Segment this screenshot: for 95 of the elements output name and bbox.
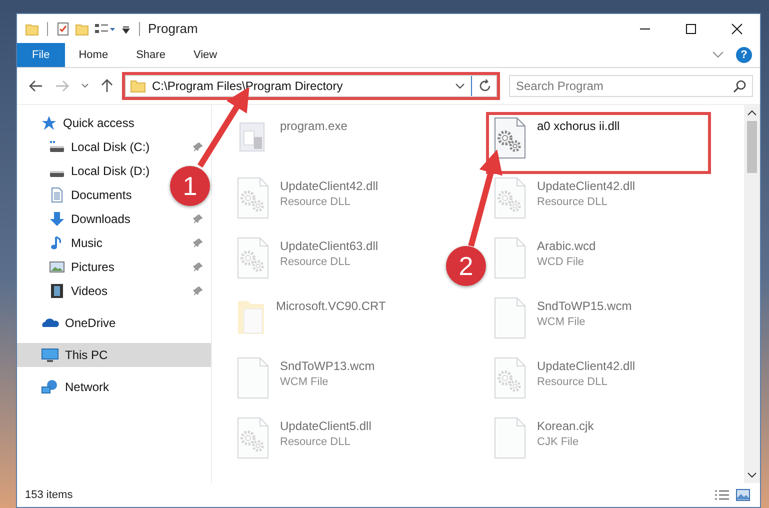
- file-item[interactable]: SndToWP13.wcm WCM File: [230, 353, 381, 413]
- file-item[interactable]: Korean.cjk CJK File: [487, 413, 600, 473]
- file-name: a0 xchorus ii.dll: [537, 119, 620, 133]
- sidebar-item[interactable]: Pictures: [17, 255, 211, 279]
- picture-icon: [49, 259, 65, 275]
- window-title: Program: [148, 21, 198, 36]
- file-item[interactable]: Arabic.wcd WCD File: [487, 233, 602, 293]
- file-type: Resource DLL: [537, 196, 608, 208]
- scrollbar[interactable]: [744, 105, 760, 483]
- file-type: Resource DLL: [280, 436, 352, 448]
- file-type: CJK File: [537, 436, 580, 448]
- file-name: SndToWP13.wcm: [280, 359, 375, 373]
- file-item[interactable]: UpdateClient42.dll Resource DLL: [230, 173, 384, 233]
- scroll-down-icon[interactable]: [747, 471, 757, 479]
- file-name: UpdateClient63.dll: [280, 239, 378, 253]
- file-item[interactable]: Microsoft.VC90.CRT: [230, 293, 392, 353]
- address-path: C:\Program Files\Program Directory: [152, 79, 344, 93]
- blank-file-icon: [493, 297, 527, 339]
- file-type: WCM File: [537, 316, 586, 328]
- details-view-icon[interactable]: [714, 489, 730, 501]
- chevron-down-icon[interactable]: [81, 83, 89, 89]
- file-type: WCD File: [537, 256, 586, 268]
- gear-file-icon: [236, 237, 270, 279]
- refresh-icon[interactable]: [478, 79, 492, 93]
- sidebar-item[interactable]: Downloads: [17, 207, 211, 231]
- pin-icon[interactable]: [193, 262, 203, 272]
- sidebar-item[interactable]: Music: [17, 231, 211, 255]
- ribbon-tab[interactable]: View: [179, 43, 232, 67]
- item-count: 153 items: [25, 489, 73, 501]
- drive-icon: [49, 171, 65, 177]
- file-name: Microsoft.VC90.CRT: [276, 299, 386, 313]
- help-button[interactable]: ?: [736, 47, 752, 63]
- sidebar-item[interactable]: This PC: [17, 343, 211, 367]
- file-item[interactable]: UpdateClient42.dll Resource DLL: [487, 173, 642, 233]
- file-item[interactable]: program.exe: [230, 113, 354, 173]
- network-icon: [41, 379, 59, 395]
- properties-icon[interactable]: [56, 22, 70, 36]
- document-icon: [49, 187, 65, 203]
- search-field[interactable]: Search Program: [509, 75, 753, 97]
- file-name: UpdateClient5.dll: [280, 419, 372, 433]
- file-type: Resource DLL: [280, 196, 352, 208]
- scrollbar-thumb[interactable]: [747, 121, 757, 173]
- pin-icon[interactable]: [193, 238, 203, 248]
- file-name: program.exe: [280, 119, 348, 133]
- gear-file-icon: [493, 357, 527, 399]
- close-icon: [731, 22, 743, 34]
- sidebar-item[interactable]: Local Disk (C:): [17, 135, 211, 159]
- file-name: SndToWP15.wcm: [537, 299, 632, 313]
- file-name: UpdateClient42.dll: [537, 359, 636, 373]
- gear-file-icon: [236, 177, 270, 219]
- file-item[interactable]: SndToWP15.wcm WCM File: [487, 293, 638, 353]
- file-type: WCM File: [280, 376, 330, 388]
- file-name: UpdateClient42.dll: [537, 179, 636, 193]
- address-bar[interactable]: C:\Program Files\Program Directory: [125, 75, 497, 97]
- file-item[interactable]: UpdateClient63.dll Resource DLL: [230, 233, 384, 293]
- blank-file-icon: [236, 357, 270, 399]
- monitor-icon: [41, 347, 59, 363]
- film-icon: [49, 283, 65, 299]
- file-name: UpdateClient42.dll: [280, 179, 378, 193]
- sidebar-item[interactable]: Quick access: [17, 111, 211, 135]
- sidebar-item[interactable]: Documents: [17, 183, 140, 207]
- drive-icon: [49, 139, 65, 155]
- file-name: Arabic.wcd: [537, 239, 596, 253]
- search-icon: [733, 80, 746, 93]
- sidebar-item[interactable]: Network: [17, 375, 211, 399]
- gear-file-icon: [493, 177, 527, 219]
- file-item[interactable]: UpdateClient5.dll Resource DLL: [230, 413, 378, 473]
- file-item[interactable]: a0 xchorus ii.dll: [487, 113, 710, 173]
- sidebar-item[interactable]: Local Disk (D:): [17, 159, 158, 183]
- pin-icon[interactable]: [193, 214, 203, 224]
- blank-file-icon: [493, 417, 527, 459]
- ribbon-tab[interactable]: File: [17, 43, 65, 67]
- sidebar-item[interactable]: Videos: [17, 279, 211, 303]
- scroll-up-icon[interactable]: [747, 109, 757, 117]
- ribbon-tab[interactable]: Home: [64, 43, 122, 67]
- file-name: Korean.cjk: [537, 419, 594, 433]
- chevron-down-icon[interactable]: [455, 83, 465, 89]
- up-arrow-icon[interactable]: [101, 79, 113, 93]
- star-icon: [41, 115, 57, 131]
- file-item[interactable]: UpdateClient42.dll Resource DLL: [487, 353, 642, 413]
- folder-icon: [130, 79, 146, 93]
- blank-file-icon: [493, 237, 527, 279]
- pin-icon[interactable]: [193, 142, 203, 152]
- large-icons-view-icon[interactable]: [736, 489, 750, 501]
- gear-file-icon: [236, 417, 270, 459]
- file-type: Resource DLL: [280, 256, 352, 268]
- down-arrow-icon: [49, 211, 65, 227]
- view-options-icon[interactable]: [94, 22, 116, 36]
- pin-icon[interactable]: [193, 286, 203, 296]
- back-arrow-icon[interactable]: [29, 80, 43, 92]
- ribbon-tab[interactable]: Share: [122, 43, 180, 67]
- file-type: Resource DLL: [537, 376, 608, 388]
- maximize-icon: [685, 22, 697, 34]
- gear-file-icon: [493, 117, 527, 159]
- sidebar-item[interactable]: OneDrive: [17, 311, 211, 335]
